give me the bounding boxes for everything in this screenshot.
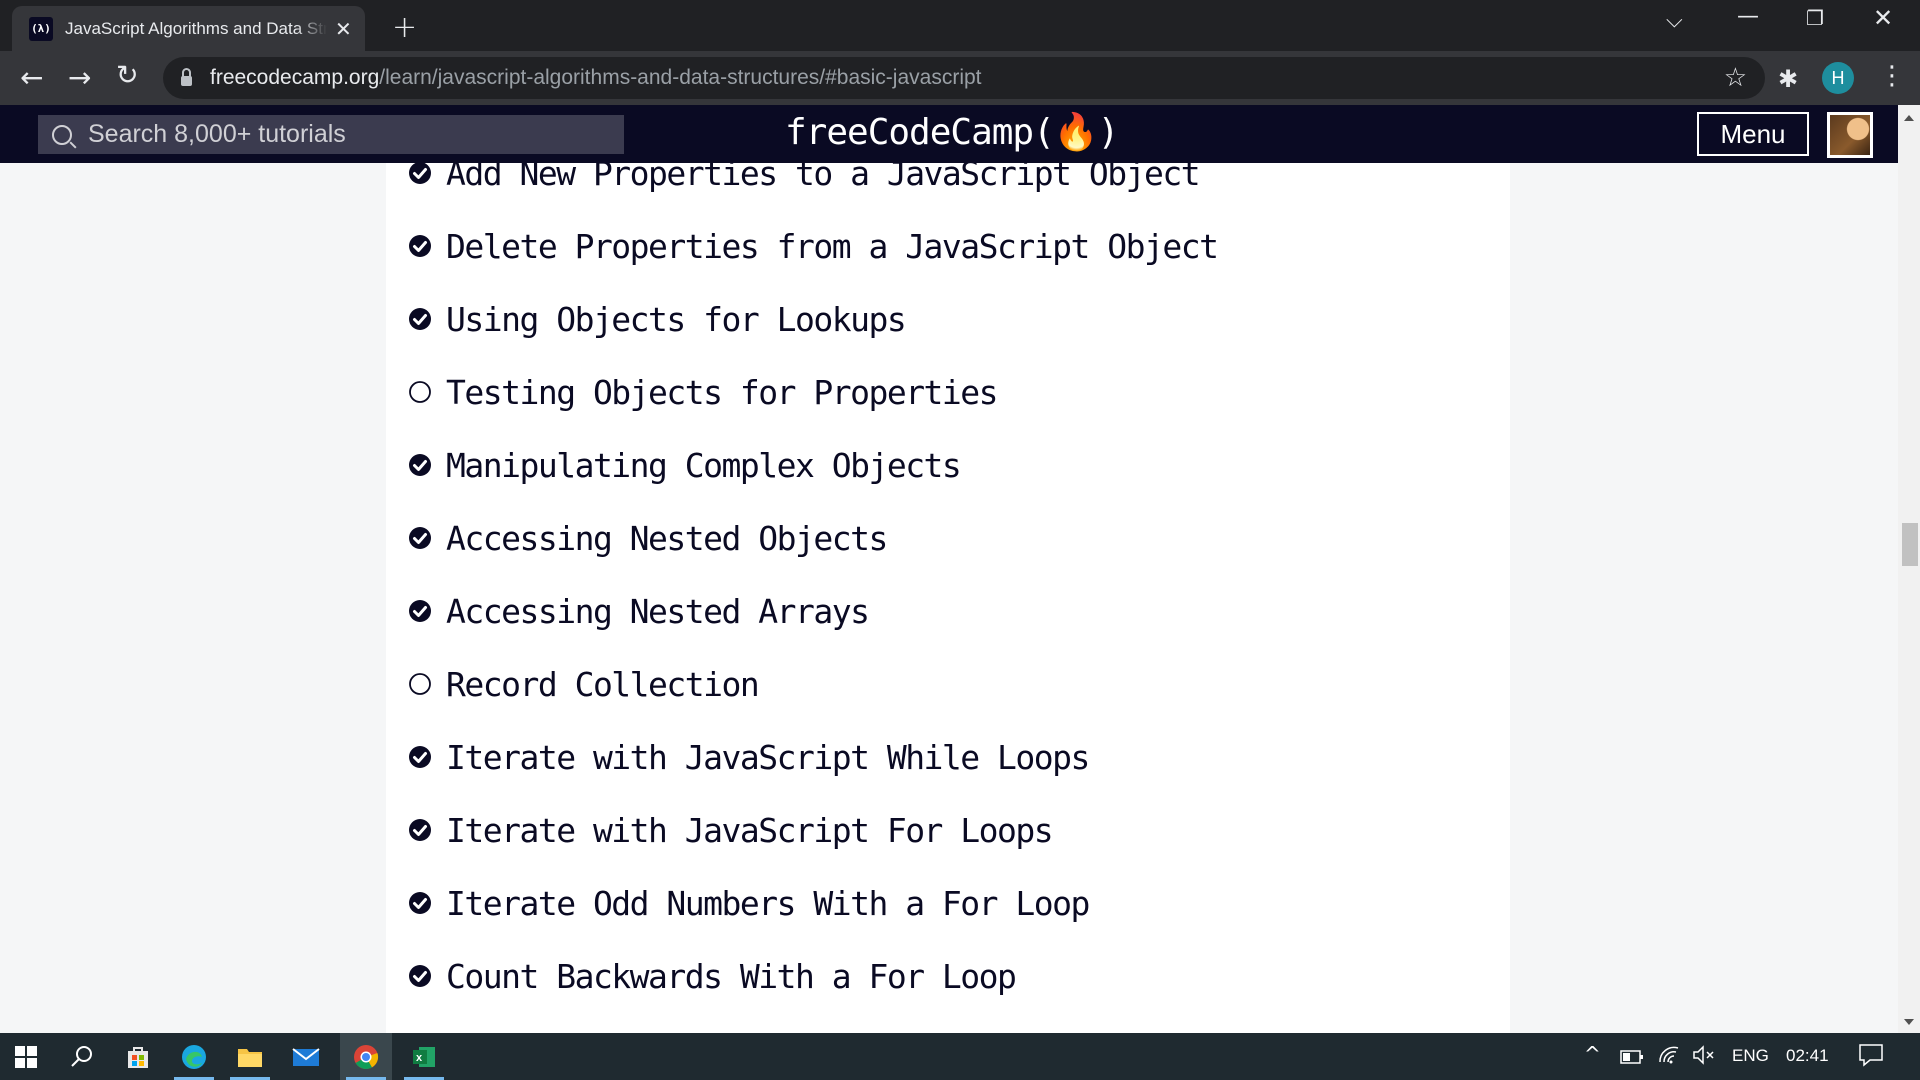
excel-icon[interactable]: x [398, 1033, 450, 1080]
scroll-down-arrow-icon[interactable] [1904, 1019, 1914, 1025]
lesson-title[interactable]: Iterate with JavaScript For Loops [446, 811, 1054, 850]
svg-text:x: x [416, 1052, 423, 1064]
close-window-button[interactable]: ✕ [1873, 4, 1893, 32]
page-scrollbar[interactable] [1898, 105, 1920, 1033]
scrollbar-thumb[interactable] [1902, 523, 1918, 566]
windows-taskbar: x ^ ENG 02:41 [0, 1033, 1920, 1080]
completed-check-icon [409, 454, 431, 476]
lesson-title[interactable]: Iterate with JavaScript While Loops [446, 738, 1090, 777]
lesson-title[interactable]: Testing Objects for Properties [446, 373, 999, 412]
reload-icon[interactable]: ↻ [116, 60, 139, 91]
lesson-title[interactable]: Accessing Nested Objects [446, 519, 888, 558]
fcc-favicon-icon: (λ) [29, 16, 53, 41]
clock[interactable]: 02:41 [1786, 1046, 1829, 1066]
lesson-title[interactable]: Using Objects for Lookups [446, 300, 907, 339]
incomplete-circle-icon [409, 673, 431, 695]
lesson-title[interactable]: Accessing Nested Arrays [446, 592, 870, 631]
lesson-item[interactable]: Iterate with JavaScript For Loops [408, 810, 1054, 850]
completed-check-icon [409, 892, 431, 914]
lesson-item[interactable]: Iterate with JavaScript While Loops [408, 737, 1090, 777]
search-icon [52, 124, 72, 145]
language-indicator[interactable]: ENG [1732, 1046, 1769, 1066]
address-bar[interactable]: freecodecamp.org/learn/javascript-algori… [163, 57, 1765, 99]
browser-tab[interactable]: (λ) JavaScript Algorithms and Data Struc… [12, 6, 365, 51]
search-bar[interactable] [38, 115, 624, 154]
lesson-item[interactable]: Manipulating Complex Objects [408, 445, 962, 485]
menu-button[interactable]: Menu [1697, 112, 1809, 156]
completed-check-icon [409, 235, 431, 257]
wifi-icon[interactable] [1658, 1044, 1682, 1071]
completed-check-icon [409, 308, 431, 330]
browser-toolbar: ← → ↻ freecodecamp.org/learn/javascript-… [0, 51, 1920, 105]
lock-icon[interactable] [181, 68, 192, 86]
back-arrow-icon[interactable]: ← [20, 61, 43, 94]
notifications-icon[interactable] [1858, 1043, 1884, 1072]
lesson-item[interactable]: Count Backwards With a For Loop [408, 956, 1017, 996]
user-avatar[interactable] [1827, 112, 1873, 158]
lesson-list: Add New Properties to a JavaScript Objec… [386, 163, 1510, 1033]
tab-title: JavaScript Algorithms and Data Structure… [65, 18, 327, 38]
lesson-title[interactable]: Count Backwards With a For Loop [446, 957, 1017, 996]
new-tab-button[interactable]: + [392, 10, 417, 45]
lesson-item[interactable]: Accessing Nested Arrays [408, 591, 870, 631]
file-explorer-icon[interactable] [224, 1033, 276, 1080]
bookmark-star-icon[interactable]: ☆ [1724, 63, 1747, 93]
edge-icon[interactable] [168, 1033, 220, 1080]
completed-check-icon [409, 600, 431, 622]
lesson-item[interactable]: Add New Properties to a JavaScript Objec… [408, 163, 1201, 193]
fcc-navbar: freeCodeCamp(🔥) Menu [0, 105, 1898, 163]
volume-muted-icon[interactable] [1692, 1044, 1716, 1071]
mail-icon[interactable] [280, 1033, 332, 1080]
lesson-item[interactable]: Delete Properties from a JavaScript Obje… [408, 226, 1219, 266]
completed-check-icon [409, 965, 431, 987]
chrome-icon[interactable] [340, 1033, 392, 1080]
completed-check-icon [409, 527, 431, 549]
lesson-item[interactable]: Iterate Odd Numbers With a For Loop [408, 883, 1090, 923]
start-icon[interactable] [0, 1033, 52, 1080]
lesson-item[interactable]: Accessing Nested Objects [408, 518, 888, 558]
minimize-window-button[interactable]: — [1737, 4, 1759, 29]
tab-search-chevron-icon[interactable]: ⌵ [1666, 8, 1683, 33]
lesson-title[interactable]: Add New Properties to a JavaScript Objec… [446, 163, 1201, 193]
completed-check-icon [409, 746, 431, 768]
lesson-item[interactable]: Record Collection [408, 664, 760, 704]
completed-check-icon [409, 819, 431, 841]
lesson-item[interactable]: Testing Objects for Properties [408, 372, 999, 412]
store-icon[interactable] [112, 1033, 164, 1080]
incomplete-circle-icon [409, 381, 431, 403]
url-text[interactable]: freecodecamp.org/learn/javascript-algori… [210, 66, 982, 90]
restore-window-button[interactable]: ❐ [1806, 6, 1824, 30]
lesson-title[interactable]: Delete Properties from a JavaScript Obje… [446, 227, 1219, 266]
extensions-puzzle-icon[interactable]: ✱ [1778, 65, 1798, 93]
browser-tab-strip: (λ) JavaScript Algorithms and Data Struc… [0, 0, 1920, 51]
profile-avatar[interactable]: H [1822, 62, 1854, 94]
search-input[interactable] [86, 119, 610, 150]
lesson-title[interactable]: Record Collection [446, 665, 760, 704]
completed-check-icon [409, 163, 431, 184]
search-icon[interactable] [56, 1033, 108, 1080]
lesson-title[interactable]: Manipulating Complex Objects [446, 446, 962, 485]
lesson-title[interactable]: Iterate Odd Numbers With a For Loop [446, 884, 1090, 923]
lesson-item[interactable]: Using Objects for Lookups [408, 299, 907, 339]
browser-menu-kebab-icon[interactable]: ⋮ [1879, 61, 1905, 91]
battery-icon[interactable] [1620, 1046, 1644, 1070]
close-tab-icon[interactable]: ✕ [335, 17, 352, 41]
forward-arrow-icon[interactable]: → [68, 61, 91, 94]
tray-overflow-chevron-icon[interactable]: ^ [1584, 1042, 1601, 1066]
scroll-up-arrow-icon[interactable] [1904, 115, 1914, 121]
fcc-logo[interactable]: freeCodeCamp(🔥) [785, 111, 1119, 153]
